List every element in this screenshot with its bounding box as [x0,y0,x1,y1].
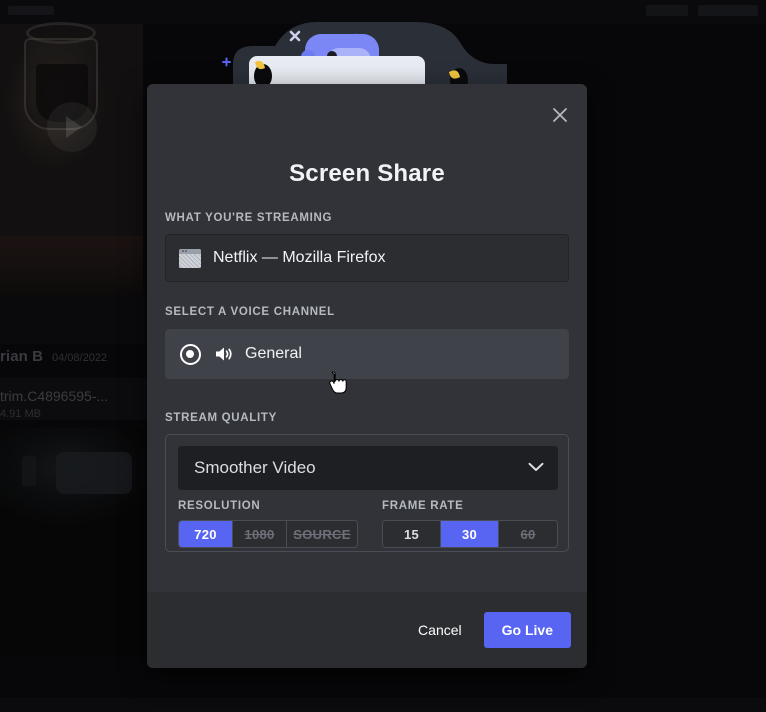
chevron-down-icon [528,459,544,477]
background-video-shape [56,452,132,494]
background-titlebar-left-controls [8,6,54,15]
background-window-controls [698,5,758,16]
streaming-source-row[interactable]: Netflix — Mozilla Firefox [165,234,569,282]
resolution-option-1080: 1080 [233,521,287,547]
background-titlebar-right-icons [646,5,688,16]
background-message-timestamp: 04/08/2022 [52,352,108,364]
cancel-button[interactable]: Cancel [402,613,478,647]
play-icon [47,102,97,152]
quality-section-label: STREAM QUALITY [165,412,278,424]
background-video-attachment [0,428,147,658]
framerate-segmented-control[interactable]: 15 30 60 [382,520,558,548]
resolution-label: RESOLUTION [178,500,261,512]
background-message-author: rian B [0,348,44,365]
background-file-size: 4.91 MB [0,408,41,420]
voice-section-label: SELECT A VOICE CHANNEL [165,306,335,318]
framerate-option-30[interactable]: 30 [441,521,499,547]
page-title: Screen Share [289,160,445,187]
framerate-option-15[interactable]: 15 [383,521,441,547]
background-file-name: trim.C4896595-... [0,388,109,404]
resolution-option-source: SOURCE [287,521,357,547]
voice-channel-row-general[interactable]: General [165,329,569,379]
resolution-segmented-control[interactable]: 720 1080 SOURCE [178,520,358,548]
background-bottom-bar [0,698,766,712]
voice-channel-name: General [245,345,302,362]
streaming-source-name: Netflix — Mozilla Firefox [213,249,386,266]
speaker-icon [214,345,234,363]
radio-selected-icon[interactable] [180,343,201,365]
screen-root: rian B 04/08/2022 trim.C4896595-... 4.91… [0,0,766,712]
modal-hero-banner [147,84,587,137]
framerate-option-60: 60 [499,521,557,547]
background-photo-attachment-secondary [0,236,143,296]
streaming-section-label: WHAT YOU'RE STREAMING [165,212,333,224]
window-thumbnail-icon [179,248,201,268]
background-video-shape [22,456,36,486]
close-icon[interactable] [547,102,573,128]
screen-share-modal: Screen Share WHAT YOU'RE STREAMING Netfl… [147,84,587,668]
framerate-label: FRAME RATE [382,500,464,512]
quality-preset-value: Smoother Video [194,458,316,477]
resolution-option-720[interactable]: 720 [179,521,233,547]
stream-quality-panel: Smoother Video RESOLUTION FRAME RATE 720… [165,434,569,552]
mouse-cursor-pointer [328,371,348,397]
modal-footer: Cancel Go Live [147,592,587,668]
quality-preset-select[interactable]: Smoother Video [178,446,558,490]
go-live-button[interactable]: Go Live [483,612,571,648]
